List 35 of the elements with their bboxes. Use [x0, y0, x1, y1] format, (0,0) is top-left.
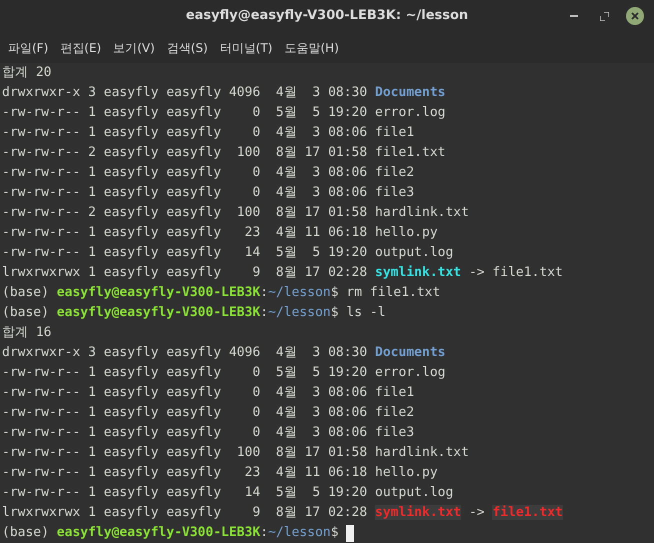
terminal-line: -rw-rw-r-- 2 easyfly easyfly 100 8월 17 01:58 hardlink.txt	[2, 204, 469, 222]
terminal-line: -rw-rw-r-- 1 easyfly easyfly 0 5월 5 19:20 error.log	[2, 364, 446, 382]
menu-item[interactable]: 보기(V)	[107, 38, 161, 56]
restore-icon	[600, 12, 608, 20]
terminal-line: lrwxrwxrwx 1 easyfly easyfly 9 8월 17 02:28 symlink.txt -> file1.txt	[2, 504, 563, 522]
terminal-line: 합계 16	[2, 324, 52, 342]
terminal-line: -rw-rw-r-- 1 easyfly easyfly 23 4월 11 06:18 hello.py	[2, 464, 438, 482]
terminal-line: drwxrwxr-x 3 easyfly easyfly 4096 4월 3 08:30 Documents	[2, 344, 446, 362]
terminal-line: -rw-rw-r-- 1 easyfly easyfly 14 5월 5 19:20 output.log	[2, 244, 454, 262]
menu-item[interactable]: 검색(S)	[160, 38, 214, 56]
window-title: easyfly@easyfly-V300-LEB3K: ~/lesson	[186, 7, 468, 26]
terminal-line: -rw-rw-r-- 1 easyfly easyfly 23 4월 11 06:18 hello.py	[2, 224, 438, 242]
menu-item[interactable]: 파일(F)	[2, 38, 54, 56]
terminal-line: drwxrwxr-x 3 easyfly easyfly 4096 4월 3 08:30 Documents	[2, 84, 446, 102]
menu-item[interactable]: 편집(E)	[54, 38, 108, 56]
terminal-line: -rw-rw-r-- 1 easyfly easyfly 0 4월 3 08:06 file2	[2, 404, 414, 422]
terminal-line: (base) easyfly@easyfly-V300-LEB3K:~/lesson$ ls -l	[2, 304, 386, 322]
terminal-line: 합계 20	[2, 64, 52, 82]
minimize-icon	[570, 15, 578, 17]
terminal-line: -rw-rw-r-- 1 easyfly easyfly 14 5월 5 19:20 output.log	[2, 484, 454, 502]
close-icon	[631, 12, 639, 20]
terminal-line: -rw-rw-r-- 1 easyfly easyfly 0 4월 3 08:06 file3	[2, 184, 414, 202]
terminal-line: (base) easyfly@easyfly-V300-LEB3K:~/lesson$ rm file1.txt	[2, 284, 440, 302]
terminal-line: -rw-rw-r-- 1 easyfly easyfly 0 4월 3 08:06 file1	[2, 124, 414, 142]
close-button[interactable]	[626, 7, 644, 25]
terminal-line: -rw-rw-r-- 1 easyfly easyfly 0 5월 5 19:20 error.log	[2, 104, 446, 122]
terminal-line: -rw-rw-r-- 1 easyfly easyfly 0 4월 3 08:06 file3	[2, 424, 414, 442]
menu-item[interactable]: 도움말(H)	[278, 38, 345, 56]
terminal-line: lrwxrwxrwx 1 easyfly easyfly 9 8월 17 02:28 symlink.txt -> file1.txt	[2, 264, 563, 282]
terminal-line: -rw-rw-r-- 1 easyfly easyfly 100 8월 17 01:58 hardlink.txt	[2, 444, 469, 462]
terminal-line: -rw-rw-r-- 1 easyfly easyfly 0 4월 3 08:06 file1	[2, 384, 414, 402]
menu-item[interactable]: 터미널(T)	[214, 38, 278, 56]
terminal-line: -rw-rw-r-- 2 easyfly easyfly 100 8월 17 01:58 file1.txt	[2, 144, 446, 162]
terminal-line: -rw-rw-r-- 1 easyfly easyfly 0 4월 3 08:06 file2	[2, 164, 414, 182]
terminal-line: (base) easyfly@easyfly-V300-LEB3K:~/lesson$	[2, 524, 340, 542]
